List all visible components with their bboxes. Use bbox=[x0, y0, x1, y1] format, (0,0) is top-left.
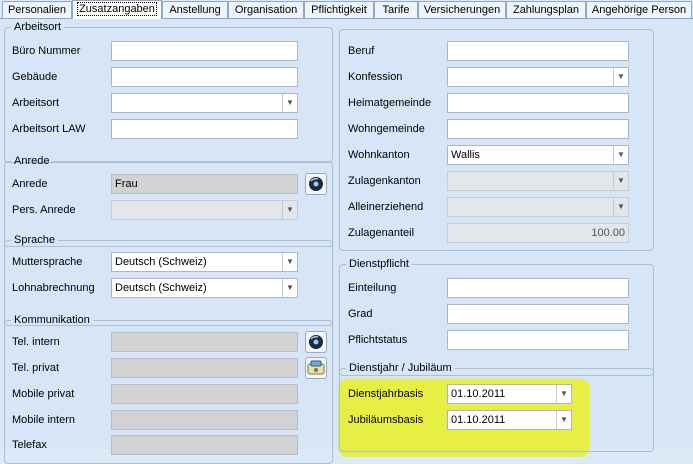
legend-anrede: Anrede bbox=[14, 155, 50, 167]
chevron-down-icon[interactable]: ▼ bbox=[282, 253, 297, 271]
legend-dienstpflicht: Dienstpflicht bbox=[349, 258, 409, 270]
label-zulagenanteil: Zulagenanteil bbox=[348, 227, 415, 239]
label-dienstjahrbasis: Dienstjahrbasis bbox=[348, 388, 424, 400]
input-beruf[interactable] bbox=[447, 41, 629, 61]
phone-icon bbox=[307, 360, 325, 375]
legend-arbeitsort: Arbeitsort bbox=[14, 21, 62, 33]
chevron-down-icon[interactable]: ▼ bbox=[613, 68, 628, 86]
label-pflichtstatus: Pflichtstatus bbox=[348, 334, 408, 346]
input-mobile-privat[interactable] bbox=[111, 384, 298, 404]
input-buero-nummer[interactable] bbox=[111, 41, 298, 61]
input-heimatgemeinde[interactable] bbox=[447, 93, 629, 113]
select-lohnabrechnung[interactable]: Deutsch (Schweiz) ▼ bbox=[111, 278, 298, 298]
select-wohnkanton[interactable]: Wallis ▼ bbox=[447, 145, 629, 165]
value-jubilaeumsbasis: 01.10.2011 bbox=[451, 414, 506, 426]
select-pers-anrede[interactable]: ▼ bbox=[111, 200, 298, 220]
value-dienstjahrbasis: 01.10.2011 bbox=[451, 388, 506, 400]
label-heimatgemeinde: Heimatgemeinde bbox=[348, 97, 432, 109]
label-gebaeude: Gebäude bbox=[12, 71, 58, 83]
date-dienstjahrbasis[interactable]: 01.10.2011 ▼ bbox=[447, 384, 572, 404]
anrede-lookup-button[interactable] bbox=[305, 173, 327, 195]
tab-anstellung[interactable]: Anstellung bbox=[162, 1, 228, 18]
legend-sprache: Sprache bbox=[14, 234, 55, 246]
label-zulagenkanton: Zulagenkanton bbox=[348, 175, 421, 187]
input-mobile-intern[interactable] bbox=[111, 410, 298, 430]
select-muttersprache[interactable]: Deutsch (Schweiz) ▼ bbox=[111, 252, 298, 272]
label-muttersprache: Muttersprache bbox=[12, 256, 83, 268]
label-telefax: Telefax bbox=[12, 439, 47, 451]
label-arbeitsort: Arbeitsort bbox=[12, 97, 60, 109]
chevron-down-icon[interactable]: ▼ bbox=[613, 198, 628, 216]
chevron-down-icon[interactable]: ▼ bbox=[613, 146, 628, 164]
value-muttersprache: Deutsch (Schweiz) bbox=[115, 256, 207, 268]
input-anrede[interactable]: Frau bbox=[111, 174, 298, 194]
tab-organisation[interactable]: Organisation bbox=[228, 1, 304, 18]
input-telefax[interactable] bbox=[111, 435, 298, 455]
date-jubilaeumsbasis[interactable]: 01.10.2011 ▼ bbox=[447, 410, 572, 430]
input-pflichtstatus[interactable] bbox=[447, 330, 629, 350]
tab-bar: Personalien Zusatzangaben Anstellung Org… bbox=[0, 0, 693, 19]
select-konfession[interactable]: ▼ bbox=[447, 67, 629, 87]
label-arbeitsort-law: Arbeitsort LAW bbox=[12, 123, 86, 135]
input-grad[interactable] bbox=[447, 304, 629, 324]
zusatzangaben-panel: Arbeitsort Büro Nummer Gebäude Arbeitsor… bbox=[0, 18, 693, 464]
chevron-down-icon[interactable]: ▼ bbox=[282, 279, 297, 297]
input-arbeitsort-law[interactable] bbox=[111, 119, 298, 139]
label-beruf: Beruf bbox=[348, 45, 375, 57]
input-einteilung[interactable] bbox=[447, 278, 629, 298]
group-persoenlich bbox=[339, 29, 654, 251]
label-alleinerziehend: Alleinerziehend bbox=[348, 201, 424, 213]
input-gebaeude[interactable] bbox=[111, 67, 298, 87]
input-tel-intern[interactable] bbox=[111, 332, 298, 352]
input-zulagenanteil[interactable]: 100.00 bbox=[447, 223, 629, 243]
group-dienstjahr-jubilaeum: Dienstjahr / Jubiläum bbox=[339, 362, 654, 452]
select-zulagenkanton[interactable]: ▼ bbox=[447, 171, 629, 191]
input-tel-privat[interactable] bbox=[111, 358, 298, 378]
tel-intern-button[interactable] bbox=[305, 331, 327, 353]
tab-zahlungsplan[interactable]: Zahlungsplan bbox=[506, 1, 586, 18]
label-einteilung: Einteilung bbox=[348, 282, 397, 294]
label-jubilaeumsbasis: Jubiläumsbasis bbox=[348, 414, 424, 426]
label-mobile-privat: Mobile privat bbox=[12, 388, 75, 400]
chevron-down-icon[interactable]: ▼ bbox=[556, 411, 571, 429]
tab-tarife[interactable]: Tarife bbox=[374, 1, 418, 18]
label-pers-anrede: Pers. Anrede bbox=[12, 204, 76, 216]
label-grad: Grad bbox=[348, 308, 373, 320]
select-alleinerziehend[interactable]: ▼ bbox=[447, 197, 629, 217]
label-tel-privat: Tel. privat bbox=[12, 362, 60, 374]
label-anrede: Anrede bbox=[12, 178, 48, 190]
select-arbeitsort[interactable]: ▼ bbox=[111, 93, 298, 113]
tab-zusatzangaben[interactable]: Zusatzangaben bbox=[72, 0, 162, 19]
label-tel-intern: Tel. intern bbox=[12, 336, 60, 348]
value-lohnabrechnung: Deutsch (Schweiz) bbox=[115, 282, 207, 294]
value-wohnkanton: Wallis bbox=[451, 149, 480, 161]
legend-dienstjahr-jubilaeum: Dienstjahr / Jubiläum bbox=[349, 362, 452, 374]
chevron-down-icon[interactable]: ▼ bbox=[282, 94, 297, 112]
tab-versicherungen[interactable]: Versicherungen bbox=[418, 1, 506, 18]
label-konfession: Konfession bbox=[348, 71, 403, 83]
label-buero-nummer: Büro Nummer bbox=[12, 45, 81, 57]
disc-icon bbox=[309, 335, 323, 349]
disc-icon bbox=[309, 177, 323, 191]
label-wohnkanton: Wohnkanton bbox=[348, 149, 410, 161]
label-wohngemeinde: Wohngemeinde bbox=[348, 123, 425, 135]
tab-personalien[interactable]: Personalien bbox=[2, 1, 72, 18]
chevron-down-icon[interactable]: ▼ bbox=[556, 385, 571, 403]
chevron-down-icon[interactable]: ▼ bbox=[282, 201, 297, 219]
input-wohngemeinde[interactable] bbox=[447, 119, 629, 139]
tab-pflichtigkeit[interactable]: Pflichtigkeit bbox=[304, 1, 374, 18]
legend-kommunikation: Kommunikation bbox=[14, 314, 90, 326]
tel-privat-button[interactable] bbox=[305, 357, 327, 379]
label-mobile-intern: Mobile intern bbox=[12, 414, 75, 426]
chevron-down-icon[interactable]: ▼ bbox=[613, 172, 628, 190]
tab-angehoerige-person[interactable]: Angehörige Person bbox=[586, 1, 692, 18]
label-lohnabrechnung: Lohnabrechnung bbox=[12, 282, 95, 294]
